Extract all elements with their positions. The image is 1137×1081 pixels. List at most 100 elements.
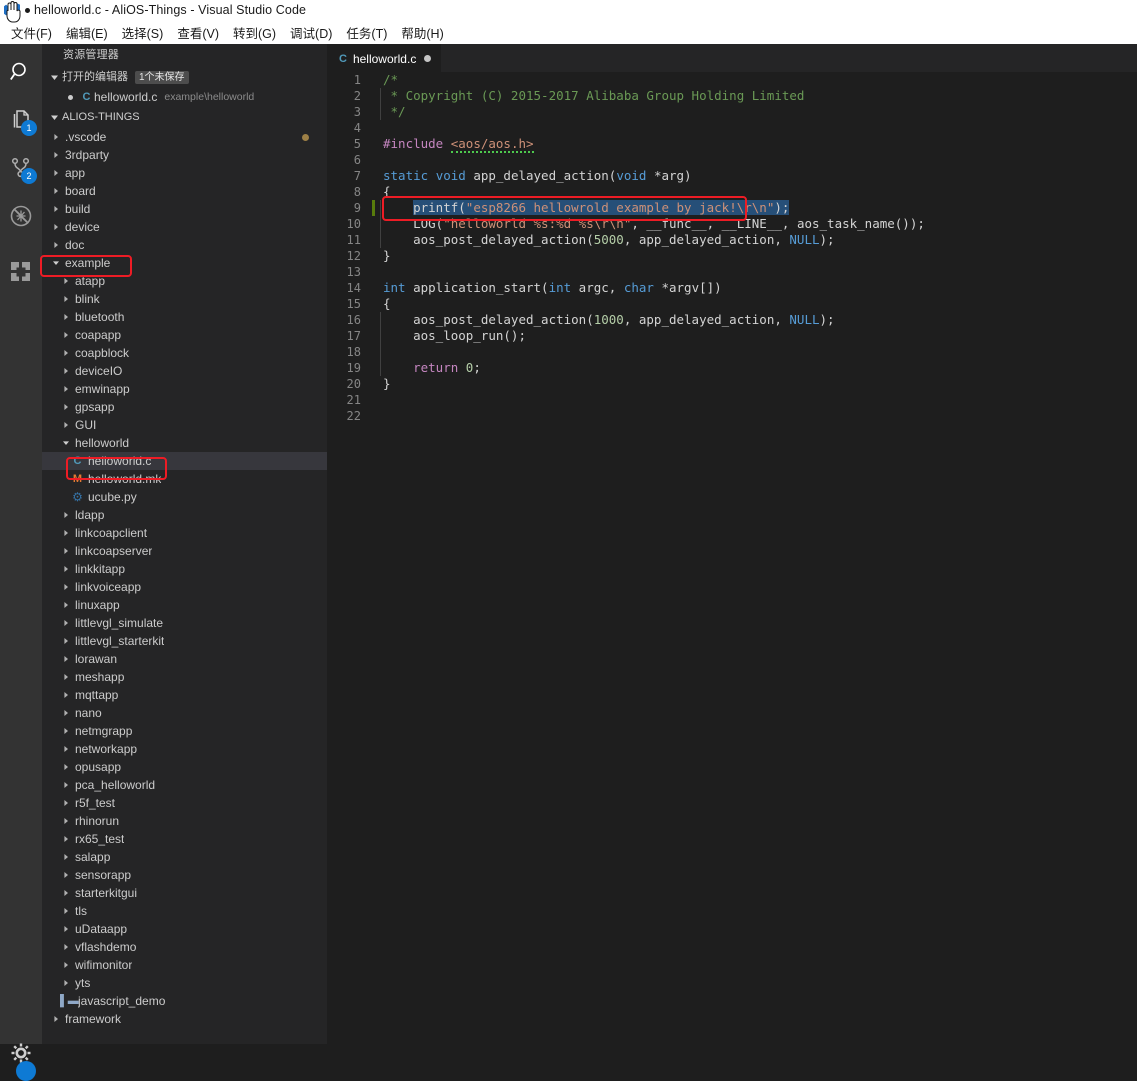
code-line-2[interactable]: 2 * Copyright (C) 2015-2017 Alibaba Grou… (327, 88, 1137, 104)
tree-folder-littlevgl-simulate[interactable]: littlevgl_simulate (42, 614, 327, 632)
tree-folder-framework[interactable]: framework (42, 1010, 327, 1028)
code-line-13[interactable]: 13 (327, 264, 1137, 280)
tree-folder-coapblock[interactable]: coapblock (42, 344, 327, 362)
tree-folder-deviceio[interactable]: deviceIO (42, 362, 327, 380)
activity-search[interactable] (0, 48, 42, 96)
chevron-right-icon (60, 853, 71, 861)
tree-folder-sensorapp[interactable]: sensorapp (42, 866, 327, 884)
tree-folder-emwinapp[interactable]: emwinapp (42, 380, 327, 398)
menu-edit[interactable]: 编辑(E) (59, 20, 115, 45)
code-line-3[interactable]: 3 */ (327, 104, 1137, 120)
tree-folder-helloworld[interactable]: helloworld (42, 434, 327, 452)
code-line-7[interactable]: 7 static void app_delayed_action(void *ar… (327, 168, 1137, 184)
code-line-18[interactable]: 18 (327, 344, 1137, 360)
code-content[interactable]: 1/* 2 * Copyright (C) 2015-2017 Alibaba G… (327, 72, 1137, 1044)
tree-file-ucube-py[interactable]: ⚙ ucube.py (42, 488, 327, 506)
tree-folder-linkkitapp[interactable]: linkkitapp (42, 560, 327, 578)
code-line-1[interactable]: 1 /* (327, 72, 1137, 88)
tree-folder-3rdparty[interactable]: 3rdparty (42, 146, 327, 164)
tree-item-label: linkcoapclient (75, 526, 148, 540)
tree-file-helloworld-c[interactable]: Chelloworld.c (42, 452, 327, 470)
tree-folder-gui[interactable]: GUI (42, 416, 327, 434)
code-line-9[interactable]: 9 printf("esp8266 hellowrold example by … (327, 200, 1137, 216)
menu-bar[interactable]: 文件(F) 编辑(E) 选择(S) 查看(V) 转到(G) 调试(D) 任务(T… (0, 20, 1137, 44)
code-line-16[interactable]: 16 aos_post_delayed_action(1000, app_del… (327, 312, 1137, 328)
tree-folder-linkcoapserver[interactable]: linkcoapserver (42, 542, 327, 560)
code-line-20[interactable]: 20} (327, 376, 1137, 392)
tree-folder-rx65-test[interactable]: rx65_test (42, 830, 327, 848)
tree-folder--vscode[interactable]: .vscode (42, 128, 327, 146)
tree-folder-starterkitgui[interactable]: starterkitgui (42, 884, 327, 902)
tree-folder-yts[interactable]: yts (42, 974, 327, 992)
code-line-6[interactable]: 6 (327, 152, 1137, 168)
tree-file-javascript-demo[interactable]: ▌▬ javascript_demo (42, 992, 327, 1010)
tab-helloworld-c[interactable]: C helloworld.c (327, 44, 442, 72)
tree-folder-gpsapp[interactable]: gpsapp (42, 398, 327, 416)
code-line-21[interactable]: 21 (327, 392, 1137, 408)
tree-folder-mqttapp[interactable]: mqttapp (42, 686, 327, 704)
activity-extensions[interactable] (0, 248, 42, 296)
tree-folder-linuxapp[interactable]: linuxapp (42, 596, 327, 614)
tree-folder-board[interactable]: board (42, 182, 327, 200)
menu-view[interactable]: 查看(V) (170, 20, 226, 45)
code-line-15[interactable]: 15 { (327, 296, 1137, 312)
tree-folder-pca-helloworld[interactable]: pca_helloworld (42, 776, 327, 794)
tree-folder-device[interactable]: device (42, 218, 327, 236)
tree-folder-ldapp[interactable]: ldapp (42, 506, 327, 524)
activity-debug[interactable]: 2 (0, 144, 42, 192)
tree-folder-doc[interactable]: doc (42, 236, 327, 254)
code-line-14[interactable]: 14 int application_start(int argc, char *… (327, 280, 1137, 296)
tree-file-helloworld-mk[interactable]: Mhelloworld.mk (42, 470, 327, 488)
code-line-22[interactable]: 22 (327, 408, 1137, 424)
section-open-editors[interactable]: 打开的编辑器 1个未保存 (42, 66, 327, 88)
tree-folder-littlevgl-starterkit[interactable]: littlevgl_starterkit (42, 632, 327, 650)
tree-folder-linkvoiceapp[interactable]: linkvoiceapp (42, 578, 327, 596)
tree-folder-build[interactable]: build (42, 200, 327, 218)
chevron-right-icon (60, 349, 71, 357)
tree-folder-meshapp[interactable]: meshapp (42, 668, 327, 686)
code-line-4[interactable]: 4 (327, 120, 1137, 136)
code-line-17[interactable]: 17 aos_loop_run(); (327, 328, 1137, 344)
tree-folder-opusapp[interactable]: opusapp (42, 758, 327, 776)
tree-folder-networkapp[interactable]: networkapp (42, 740, 327, 758)
tree-folder-bluetooth[interactable]: bluetooth (42, 308, 327, 326)
tree-folder-tls[interactable]: tls (42, 902, 327, 920)
tree-item-label: yts (75, 976, 91, 990)
tree-folder-linkcoapclient[interactable]: linkcoapclient (42, 524, 327, 542)
code-line-11[interactable]: 11 aos_post_delayed_action(5000, app_del… (327, 232, 1137, 248)
tree-folder-atapp[interactable]: atapp (42, 272, 327, 290)
code-line-12[interactable]: 12} (327, 248, 1137, 264)
tree-folder-app[interactable]: app (42, 164, 327, 182)
tree-folder-netmgrapp[interactable]: netmgrapp (42, 722, 327, 740)
tree-folder-coapapp[interactable]: coapapp (42, 326, 327, 344)
menu-debug[interactable]: 调试(D) (283, 20, 339, 45)
menu-file[interactable]: 文件(F) (4, 20, 59, 45)
tree-folder-udataapp[interactable]: uDataapp (42, 920, 327, 938)
tree-folder-salapp[interactable]: salapp (42, 848, 327, 866)
menu-goto[interactable]: 转到(G) (226, 20, 283, 45)
tree-folder-r5f-test[interactable]: r5f_test (42, 794, 327, 812)
code-line-10[interactable]: 10 LOG("helloworld %s:%d %s\r\n", __func… (327, 216, 1137, 232)
tree-folder-lorawan[interactable]: lorawan (42, 650, 327, 668)
section-workspace-root[interactable]: ALIOS-THINGS (42, 106, 327, 128)
menu-selection[interactable]: 选择(S) (115, 20, 171, 45)
chevron-right-icon (60, 547, 71, 555)
menu-help[interactable]: 帮助(H) (394, 20, 450, 45)
code-line-8[interactable]: 8{ (327, 184, 1137, 200)
code-token: LOG( (383, 216, 444, 231)
indent-guide (380, 344, 381, 360)
tree-folder-example[interactable]: example (42, 254, 327, 272)
chevron-right-icon (60, 655, 71, 663)
tree-folder-wifimonitor[interactable]: wifimonitor (42, 956, 327, 974)
activity-no-debug[interactable] (0, 192, 42, 240)
tree-folder-nano[interactable]: nano (42, 704, 327, 722)
open-editor-item-helloworld-c[interactable]: C helloworld.c example\helloworld (42, 88, 327, 106)
code-line-19[interactable]: 19 return 0; (327, 360, 1137, 376)
code-line-5[interactable]: 5 #include <aos/aos.h> (327, 136, 1137, 153)
tree-folder-rhinorun[interactable]: rhinorun (42, 812, 327, 830)
activity-source-control[interactable]: 1 (0, 96, 42, 144)
activity-settings[interactable] (0, 1029, 42, 1081)
menu-tasks[interactable]: 任务(T) (339, 20, 394, 45)
tree-folder-blink[interactable]: blink (42, 290, 327, 308)
tree-folder-vflashdemo[interactable]: vflashdemo (42, 938, 327, 956)
